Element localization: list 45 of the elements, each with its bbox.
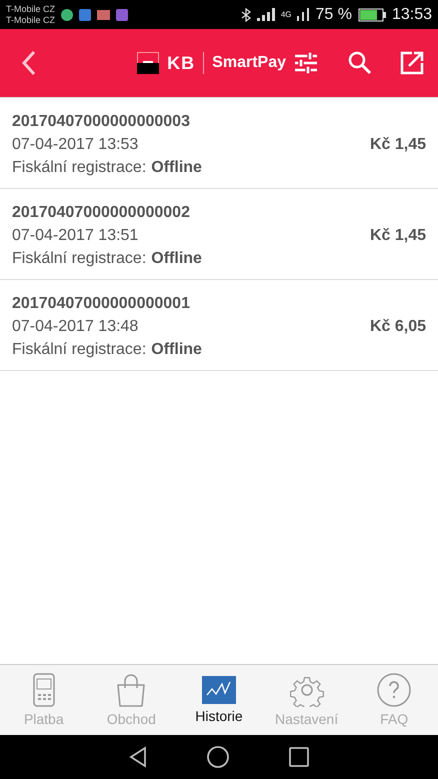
app-notification-icon	[61, 8, 74, 20]
bank-logo-text: KB	[167, 52, 196, 74]
help-icon	[377, 673, 412, 707]
app-name: SmartPay	[212, 54, 286, 72]
carrier-name: T-Mobile CZ	[6, 4, 56, 14]
clock: 13:53	[392, 6, 432, 24]
filter-button[interactable]	[294, 51, 318, 75]
search-button[interactable]	[348, 51, 372, 75]
transaction-amount: Kč 1,45	[370, 227, 426, 245]
transaction-row[interactable]: 20170407000000000003 07-04-2017 13:53 Fiskální registrace: Offline Kč 1,45	[0, 98, 438, 189]
transaction-id: 20170407000000000001	[12, 294, 191, 314]
transaction-date: 07-04-2017 13:48	[12, 317, 140, 337]
fiscal-label: Fiskální registrace:	[12, 158, 146, 178]
back-nav-icon[interactable]	[129, 746, 147, 768]
transaction-row[interactable]: 20170407000000000002 07-04-2017 13:51 Fiskální registrace: Offline Kč 1,45	[0, 189, 438, 280]
carrier-name: T-Mobile CZ	[6, 14, 56, 26]
app-notification-icon	[116, 8, 128, 20]
transaction-id: 20170407000000000002	[12, 203, 191, 223]
transaction-date: 07-04-2017 13:53	[12, 135, 140, 155]
fiscal-status: Offline	[151, 249, 202, 269]
battery-icon	[358, 8, 386, 22]
recents-nav-icon[interactable]	[289, 747, 309, 767]
transaction-amount: Kč 6,05	[370, 318, 426, 336]
network-type: 4G	[280, 10, 292, 19]
bluetooth-icon	[240, 8, 251, 22]
transaction-id: 20170407000000000003	[12, 112, 191, 132]
transaction-row[interactable]: 20170407000000000001 07-04-2017 13:48 Fiskální registrace: Offline Kč 6,05	[0, 280, 438, 371]
fiscal-status: Offline	[151, 158, 202, 178]
transaction-date: 07-04-2017 13:51	[12, 226, 140, 246]
line-chart-icon	[202, 676, 236, 704]
fiscal-label: Fiskální registrace:	[12, 340, 146, 360]
shopping-bag-icon	[115, 673, 148, 707]
signal-icon	[256, 8, 275, 21]
logo-square-icon	[137, 52, 160, 74]
export-button[interactable]	[400, 51, 424, 75]
fiscal-label: Fiskální registrace:	[12, 249, 146, 269]
nav-tab[interactable]: Historie	[175, 665, 263, 735]
battery-percent: 75 %	[315, 6, 352, 24]
fiscal-status: Offline	[151, 340, 202, 360]
app-notification-icon	[79, 8, 92, 20]
back-button[interactable]	[22, 50, 36, 76]
transaction-amount: Kč 1,45	[370, 136, 426, 154]
card-terminal-icon	[32, 673, 55, 707]
home-nav-icon[interactable]	[207, 746, 229, 768]
signal-icon	[297, 8, 310, 21]
